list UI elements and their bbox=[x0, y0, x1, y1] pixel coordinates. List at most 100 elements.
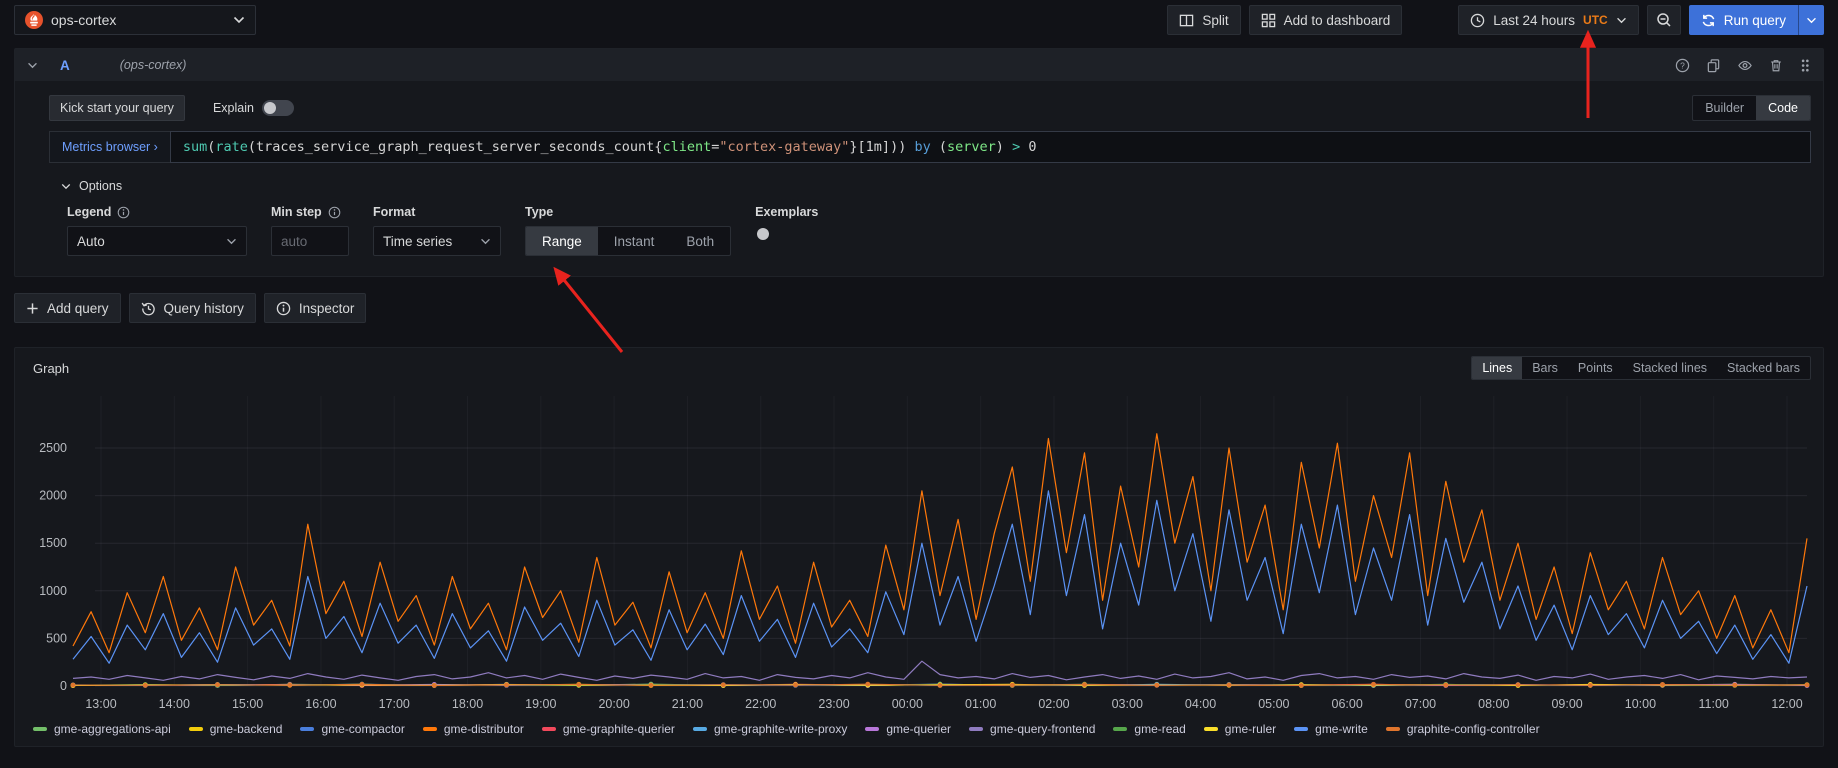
type-field-label: Type bbox=[525, 205, 553, 219]
query-datasource-hint: (ops-cortex) bbox=[120, 58, 187, 72]
query-token: )) bbox=[890, 139, 906, 155]
svg-text:07:00: 07:00 bbox=[1405, 697, 1436, 711]
legend-item-gme-backend[interactable]: gme-backend bbox=[189, 722, 283, 736]
legend-color-marker bbox=[1113, 727, 1127, 731]
svg-text:2500: 2500 bbox=[39, 441, 67, 455]
explain-toggle[interactable] bbox=[262, 100, 294, 116]
query-row-header[interactable]: A (ops-cortex) ? bbox=[15, 49, 1823, 81]
viz-stacked-bars[interactable]: Stacked bars bbox=[1717, 357, 1810, 379]
legend-item-gme-query-frontend[interactable]: gme-query-frontend bbox=[969, 722, 1095, 736]
chevron-down-icon bbox=[1616, 17, 1627, 24]
query-token bbox=[931, 139, 939, 155]
viz-lines[interactable]: Lines bbox=[1472, 357, 1522, 379]
svg-text:12:00: 12:00 bbox=[1771, 697, 1802, 711]
format-select[interactable]: Time series bbox=[373, 226, 501, 256]
legend-item-graphite-config-controller[interactable]: graphite-config-controller bbox=[1386, 722, 1540, 736]
query-history-label: Query history bbox=[164, 301, 244, 316]
viz-stacked-lines[interactable]: Stacked lines bbox=[1623, 357, 1717, 379]
graph-panel: Graph LinesBarsPointsStacked linesStacke… bbox=[14, 347, 1824, 747]
chart-legend: gme-aggregations-api gme-backend gme-compa… bbox=[33, 722, 1811, 736]
viz-bars[interactable]: Bars bbox=[1522, 357, 1568, 379]
query-type-switcher: RangeInstantBoth bbox=[525, 226, 731, 256]
legend-item-gme-write[interactable]: gme-write bbox=[1294, 722, 1368, 736]
options-section-label: Options bbox=[79, 179, 122, 193]
query-history-button[interactable]: Query history bbox=[129, 293, 256, 323]
legend-select-value: Auto bbox=[77, 234, 105, 249]
query-token: server bbox=[947, 139, 996, 155]
svg-text:04:00: 04:00 bbox=[1185, 697, 1216, 711]
editor-mode-builder[interactable]: Builder bbox=[1693, 96, 1756, 120]
refresh-icon bbox=[1701, 13, 1716, 28]
zoom-out-icon bbox=[1656, 12, 1672, 28]
add-query-button[interactable]: Add query bbox=[14, 293, 121, 323]
svg-text:03:00: 03:00 bbox=[1112, 697, 1143, 711]
options-section-toggle[interactable]: Options bbox=[61, 179, 1811, 193]
legend-item-gme-graphite-write-proxy[interactable]: gme-graphite-write-proxy bbox=[693, 722, 847, 736]
drag-handle-icon[interactable] bbox=[1799, 58, 1811, 73]
legend-select[interactable]: Auto bbox=[67, 226, 247, 256]
svg-text:22:00: 22:00 bbox=[745, 697, 776, 711]
editor-mode-code[interactable]: Code bbox=[1756, 96, 1810, 120]
svg-text:05:00: 05:00 bbox=[1258, 697, 1289, 711]
info-icon bbox=[328, 206, 341, 219]
legend-item-gme-querier[interactable]: gme-querier bbox=[865, 722, 951, 736]
add-to-dashboard-label: Add to dashboard bbox=[1284, 13, 1391, 28]
zoom-out-button[interactable] bbox=[1647, 5, 1681, 35]
metrics-browser-button[interactable]: Metrics browser › bbox=[49, 131, 170, 163]
svg-text:15:00: 15:00 bbox=[232, 697, 263, 711]
split-button[interactable]: Split bbox=[1167, 5, 1240, 35]
help-icon[interactable]: ? bbox=[1675, 58, 1690, 73]
inspector-button[interactable]: Inspector bbox=[264, 293, 367, 323]
viz-points[interactable]: Points bbox=[1568, 357, 1623, 379]
legend-item-gme-graphite-querier[interactable]: gme-graphite-querier bbox=[542, 722, 675, 736]
time-series-chart[interactable]: 0500100015002000250013:0014:0015:0016:00… bbox=[27, 390, 1813, 720]
datasource-picker[interactable]: ops-cortex bbox=[14, 5, 256, 35]
legend-color-marker bbox=[1294, 727, 1308, 731]
clock-icon bbox=[1470, 13, 1485, 28]
explain-label: Explain bbox=[213, 101, 254, 115]
query-token: client bbox=[662, 139, 711, 155]
run-query-label: Run query bbox=[1724, 13, 1786, 28]
min-step-input[interactable] bbox=[271, 226, 349, 256]
hide-response-eye-icon[interactable] bbox=[1737, 58, 1753, 73]
dashboard-grid-icon bbox=[1261, 13, 1276, 28]
collapse-chevron-icon[interactable] bbox=[27, 62, 38, 69]
legend-color-marker bbox=[33, 727, 47, 731]
query-token: rate bbox=[215, 139, 248, 155]
split-label: Split bbox=[1202, 13, 1228, 28]
duplicate-icon[interactable] bbox=[1706, 58, 1721, 73]
legend-item-gme-ruler[interactable]: gme-ruler bbox=[1204, 722, 1276, 736]
legend-item-gme-distributor[interactable]: gme-distributor bbox=[423, 722, 524, 736]
split-icon bbox=[1179, 13, 1194, 28]
history-icon bbox=[141, 301, 156, 316]
remove-query-trash-icon[interactable] bbox=[1769, 58, 1783, 73]
svg-text:18:00: 18:00 bbox=[452, 697, 483, 711]
query-token: > bbox=[1012, 139, 1020, 155]
query-token: [1m] bbox=[858, 139, 891, 155]
promql-query-input[interactable]: sum(rate(traces_service_graph_request_se… bbox=[170, 131, 1811, 163]
run-query-button[interactable]: Run query bbox=[1689, 5, 1824, 35]
legend-item-gme-compactor[interactable]: gme-compactor bbox=[300, 722, 404, 736]
legend-field-label: Legend bbox=[67, 205, 111, 219]
svg-text:11:00: 11:00 bbox=[1699, 697, 1729, 711]
svg-text:1500: 1500 bbox=[39, 536, 67, 550]
min-step-field-label: Min step bbox=[271, 205, 322, 219]
add-query-label: Add query bbox=[47, 301, 109, 316]
query-token: { bbox=[654, 139, 662, 155]
legend-color-marker bbox=[1204, 727, 1218, 731]
svg-text:13:00: 13:00 bbox=[85, 697, 116, 711]
legend-color-marker bbox=[1386, 727, 1400, 731]
legend-item-gme-read[interactable]: gme-read bbox=[1113, 722, 1185, 736]
plus-icon bbox=[26, 302, 39, 315]
query-token: sum bbox=[183, 139, 207, 155]
svg-text:08:00: 08:00 bbox=[1478, 697, 1509, 711]
legend-item-gme-aggregations-api[interactable]: gme-aggregations-api bbox=[33, 722, 171, 736]
query-type-instant[interactable]: Instant bbox=[598, 227, 671, 255]
query-type-range[interactable]: Range bbox=[526, 227, 598, 255]
kick-start-query-button[interactable]: Kick start your query bbox=[49, 95, 185, 121]
time-range-picker[interactable]: Last 24 hours UTC bbox=[1458, 5, 1638, 35]
run-query-dropdown[interactable] bbox=[1798, 5, 1824, 35]
svg-text:19:00: 19:00 bbox=[525, 697, 556, 711]
add-to-dashboard-button[interactable]: Add to dashboard bbox=[1249, 5, 1403, 35]
query-type-both[interactable]: Both bbox=[670, 227, 730, 255]
